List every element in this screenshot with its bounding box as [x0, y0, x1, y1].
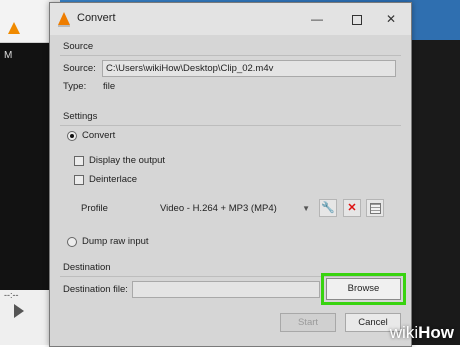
- settings-divider: [60, 125, 401, 126]
- vlc-cone-icon: [58, 12, 70, 27]
- settings-section-label: Settings: [63, 111, 98, 122]
- background-window-top: [410, 0, 460, 40]
- source-label: Source:: [63, 63, 96, 74]
- edit-profile-button[interactable]: 🔧: [319, 199, 337, 217]
- close-button[interactable]: ✕: [371, 3, 411, 35]
- minimize-button[interactable]: —: [297, 3, 337, 35]
- grid-icon: [369, 203, 381, 214]
- source-section-label: Source: [63, 41, 94, 52]
- dump-raw-radio[interactable]: [67, 237, 77, 247]
- destination-file-label: Destination file:: [63, 284, 128, 295]
- delete-profile-button[interactable]: ✕: [343, 199, 361, 217]
- browse-button[interactable]: Browse: [321, 273, 406, 305]
- deinterlace-checkbox[interactable]: [74, 175, 84, 185]
- vlc-cone-icon: [8, 22, 20, 34]
- new-profile-button[interactable]: [366, 199, 384, 217]
- display-output-label[interactable]: Display the output: [89, 155, 165, 166]
- convert-radio-label[interactable]: Convert: [82, 130, 115, 141]
- wikihow-watermark: wikiHow: [390, 323, 454, 343]
- convert-radio[interactable]: [67, 131, 77, 141]
- display-output-checkbox[interactable]: [74, 156, 84, 166]
- source-divider: [60, 55, 401, 56]
- delete-x-icon: ✕: [347, 202, 357, 214]
- background-window-right: [410, 0, 460, 345]
- chevron-down-icon: ▼: [302, 204, 310, 213]
- watermark-how: How: [418, 323, 454, 342]
- deinterlace-label[interactable]: Deinterlace: [89, 174, 137, 185]
- dump-raw-label[interactable]: Dump raw input: [82, 236, 149, 247]
- player-menu-text: M: [4, 50, 13, 61]
- destination-file-field[interactable]: [132, 281, 320, 298]
- convert-dialog: Convert — ✕ Source Source: C:\Users\wiki…: [49, 2, 412, 347]
- type-label: Type:: [63, 81, 87, 92]
- dialog-title: Convert: [77, 12, 116, 24]
- play-icon[interactable]: [14, 304, 24, 318]
- title-bar[interactable]: Convert — ✕: [50, 3, 411, 35]
- type-value: file: [103, 81, 116, 92]
- maximize-icon: [352, 14, 362, 25]
- start-button[interactable]: Start: [280, 313, 336, 332]
- profile-select[interactable]: Video - H.264 + MP3 (MP4) ▼: [156, 200, 314, 217]
- wrench-icon: 🔧: [321, 202, 335, 214]
- destination-divider: [60, 276, 401, 277]
- watermark-wiki: wiki: [389, 323, 419, 342]
- destination-section-label: Destination: [63, 262, 111, 273]
- profile-select-value: Video - H.264 + MP3 (MP4): [160, 203, 277, 214]
- source-path-field[interactable]: C:\Users\wikiHow\Desktop\Clip_02.m4v: [102, 60, 396, 77]
- profile-label: Profile: [81, 203, 108, 214]
- time-label: --:--: [4, 290, 19, 300]
